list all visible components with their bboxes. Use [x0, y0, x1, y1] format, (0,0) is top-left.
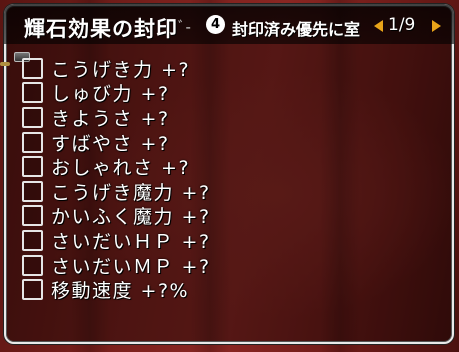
page-next-arrow-icon[interactable] [432, 20, 441, 32]
effect-checkbox[interactable] [22, 57, 43, 79]
effect-row[interactable]: すばやさ +? [22, 130, 211, 155]
effect-list: こうげき力 +? しゅび力 +? きようさ +? すばやさ +? おしゃれさ +… [22, 56, 211, 302]
effect-checkbox[interactable] [22, 131, 43, 153]
effect-label: こうげき魔力 +? [51, 181, 211, 204]
effect-label: かいふく魔力 +? [51, 206, 211, 229]
effect-label: さいだいＨＰ +? [51, 230, 211, 253]
effect-label: 移動速度 +?% [51, 280, 190, 303]
effect-label: きようさ +? [51, 107, 170, 130]
effect-label: しゅび力 +? [51, 83, 170, 106]
effect-label: こうげき力 +? [51, 58, 191, 81]
effect-checkbox[interactable] [22, 254, 43, 276]
effect-checkbox[interactable] [22, 279, 43, 301]
effect-row[interactable]: おしゃれさ +? [22, 154, 211, 179]
title-bar: 輝石効果の封印 ﾞ- 4 封印済み優先に室 1/9 [4, 4, 454, 44]
page-indicator: 1/9 [388, 15, 416, 35]
effect-row[interactable]: きようさ +? [22, 105, 211, 130]
effect-row[interactable]: こうげき魔力 +? [22, 179, 211, 204]
effect-label: さいだいＭＰ +? [51, 255, 211, 278]
effect-row[interactable]: 移動速度 +?% [22, 277, 211, 302]
effect-row[interactable]: しゅび力 +? [22, 81, 211, 106]
seal-priority-toggle[interactable]: 封印済み優先に室 [232, 16, 370, 40]
effect-checkbox[interactable] [22, 156, 43, 178]
page-prev-arrow-icon[interactable] [374, 20, 383, 32]
effect-row[interactable]: さいだいＨＰ +? [22, 228, 211, 253]
effect-checkbox[interactable] [22, 82, 43, 104]
controller-button-4-icon[interactable]: 4 [206, 15, 225, 34]
effect-label: すばやさ +? [51, 132, 170, 155]
effect-checkbox[interactable] [22, 180, 43, 202]
effect-label: おしゃれさ +? [51, 157, 191, 180]
window-title: 輝石効果の封印 [24, 17, 178, 41]
effect-checkbox[interactable] [22, 205, 43, 227]
effect-checkbox[interactable] [22, 106, 43, 128]
cursor-pointer-icon [0, 62, 10, 66]
effect-checkbox[interactable] [22, 229, 43, 251]
effect-row[interactable]: こうげき力 +? [22, 56, 211, 81]
game-scene: 輝石効果の封印 ﾞ- 4 封印済み優先に室 1/9 こうげき力 +? しゅび力 … [0, 0, 459, 352]
cut-off-text: ﾞ- [178, 18, 191, 36]
effect-row[interactable]: さいだいＭＰ +? [22, 253, 211, 278]
effect-row[interactable]: かいふく魔力 +? [22, 204, 211, 229]
